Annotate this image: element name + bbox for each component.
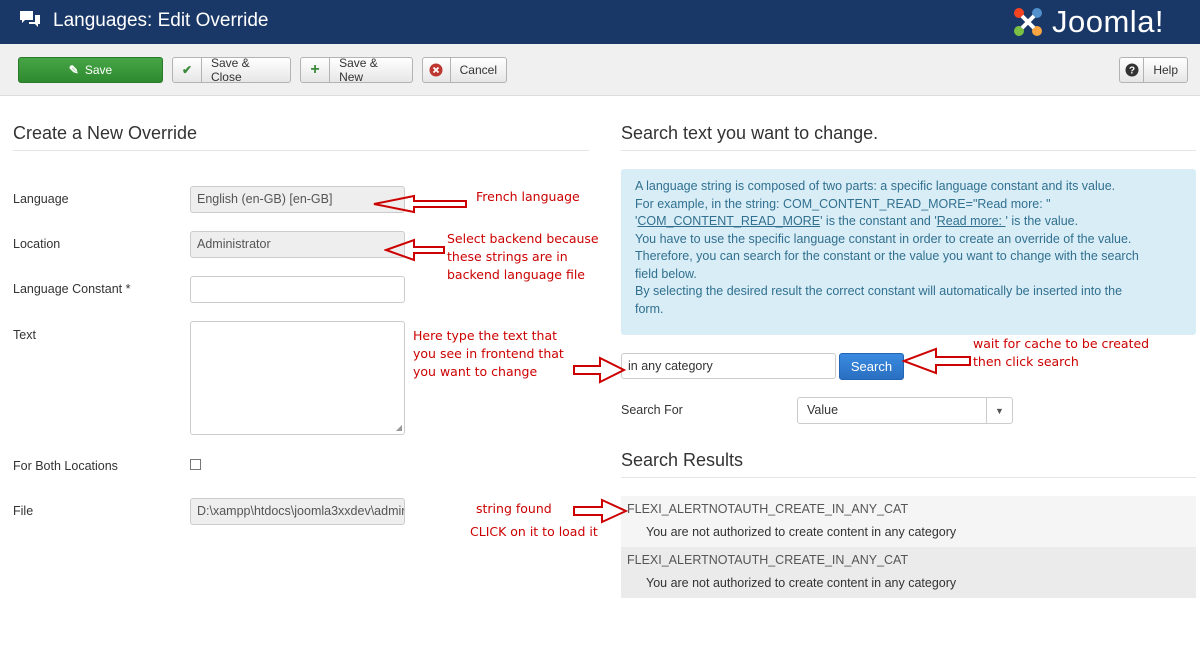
annotation-click: CLICK on it to load it: [470, 524, 598, 539]
cancel-button[interactable]: Cancel: [422, 57, 507, 83]
annotation-backend: Select backend because these strings are…: [447, 231, 599, 282]
check-icon: ✔: [173, 58, 202, 82]
language-constant-input[interactable]: [190, 276, 405, 303]
toolbar: ✎ Save ✔ Save & Close + Save & New Cance…: [0, 44, 1200, 96]
search-button[interactable]: Search: [839, 353, 904, 380]
save-button[interactable]: ✎ Save: [18, 57, 163, 83]
save-close-button[interactable]: ✔ Save & Close: [172, 56, 291, 84]
arrow-left-icon: [902, 347, 971, 375]
joomla-logo: Joomla!: [1010, 2, 1164, 42]
file-label: File: [13, 504, 34, 518]
info-line-example: 'COM_CONTENT_READ_MORE' is the constant …: [635, 214, 1079, 228]
arrow-right-icon: [573, 356, 626, 384]
info-line: form.: [635, 301, 664, 316]
search-results-title: Search Results: [621, 450, 744, 470]
location-label: Location: [13, 237, 61, 251]
arrow-left-icon: [373, 194, 467, 214]
resize-handle-icon[interactable]: ◢: [396, 423, 402, 432]
result-constant: FLEXI_ALERTNOTAUTH_CREATE_IN_ANY_CAT: [627, 553, 909, 567]
search-for-label: Search For: [621, 403, 683, 417]
annotation-french: French language: [476, 189, 580, 204]
cancel-label: Cancel: [459, 63, 497, 77]
result-value: You are not authorized to create content…: [646, 525, 957, 539]
search-for-select[interactable]: Value ▼: [797, 397, 1013, 424]
plus-icon: +: [301, 58, 331, 82]
annotation-found: string found: [476, 501, 552, 516]
chevron-down-icon: ▼: [986, 398, 1012, 423]
text-label: Text: [13, 328, 36, 342]
annotation-cache: wait for cache to be created then click …: [973, 336, 1150, 369]
arrow-right-icon: [573, 498, 628, 524]
header-bar: Languages: Edit Override Joomla!: [0, 0, 1200, 44]
edit-icon: ✎: [68, 63, 79, 77]
cancel-icon: [423, 58, 451, 82]
info-line: field below.: [635, 266, 697, 281]
search-for-value: Value: [807, 403, 839, 417]
joomla-logo-text: Joomla!: [1052, 4, 1165, 39]
help-button[interactable]: ? Help: [1119, 57, 1188, 83]
example-value: Read more:: [936, 214, 1006, 228]
joomla-logo-icon: [1014, 8, 1042, 36]
help-label: Help: [1153, 63, 1178, 77]
result-value: You are not authorized to create content…: [646, 576, 957, 590]
info-line: A language string is composed of two par…: [635, 179, 1116, 193]
save-new-label: Save & New: [339, 56, 378, 84]
text-textarea[interactable]: ◢: [190, 321, 405, 435]
info-line: You have to use the specific language co…: [635, 231, 1132, 246]
both-locations-label: For Both Locations: [13, 459, 118, 473]
example-constant: COM_CONTENT_READ_MORE: [637, 214, 821, 228]
save-close-label: Save & Close: [210, 56, 250, 84]
create-override-title: Create a New Override: [13, 123, 198, 143]
result-item[interactable]: FLEXI_ALERTNOTAUTH_CREATE_IN_ANY_CAT You…: [621, 547, 1196, 598]
info-box: A language string is composed of two par…: [621, 169, 1196, 335]
svg-text:?: ?: [1129, 66, 1135, 77]
page-title: Languages: Edit Override: [53, 10, 269, 31]
save-new-button[interactable]: + Save & New: [300, 56, 413, 84]
result-constant: FLEXI_ALERTNOTAUTH_CREATE_IN_ANY_CAT: [627, 502, 909, 516]
info-line: By selecting the desired result the corr…: [635, 284, 1123, 298]
search-text-title: Search text you want to change.: [621, 123, 879, 143]
language-label: Language: [13, 192, 69, 206]
info-line: Therefore, you can search for the consta…: [635, 249, 1139, 263]
save-button-label: Save: [84, 63, 113, 77]
divider: [621, 477, 1196, 478]
arrow-left-icon: [384, 238, 445, 262]
divider: [13, 150, 589, 151]
search-input[interactable]: in any category: [621, 353, 836, 379]
question-icon: ?: [1120, 58, 1145, 82]
comments-icon: [20, 11, 40, 27]
info-line: For example, in the string: COM_CONTENT_…: [635, 196, 1051, 211]
result-item[interactable]: FLEXI_ALERTNOTAUTH_CREATE_IN_ANY_CAT You…: [621, 496, 1196, 547]
location-field[interactable]: Administrator: [190, 231, 405, 258]
annotation-type-text: Here type the text that you see in front…: [413, 328, 564, 379]
language-constant-label: Language Constant *: [13, 282, 131, 296]
both-locations-checkbox[interactable]: [190, 459, 201, 470]
divider: [621, 150, 1196, 151]
file-field[interactable]: D:\xampp\htdocs\joomla3xxdev\administrat…: [190, 498, 405, 525]
